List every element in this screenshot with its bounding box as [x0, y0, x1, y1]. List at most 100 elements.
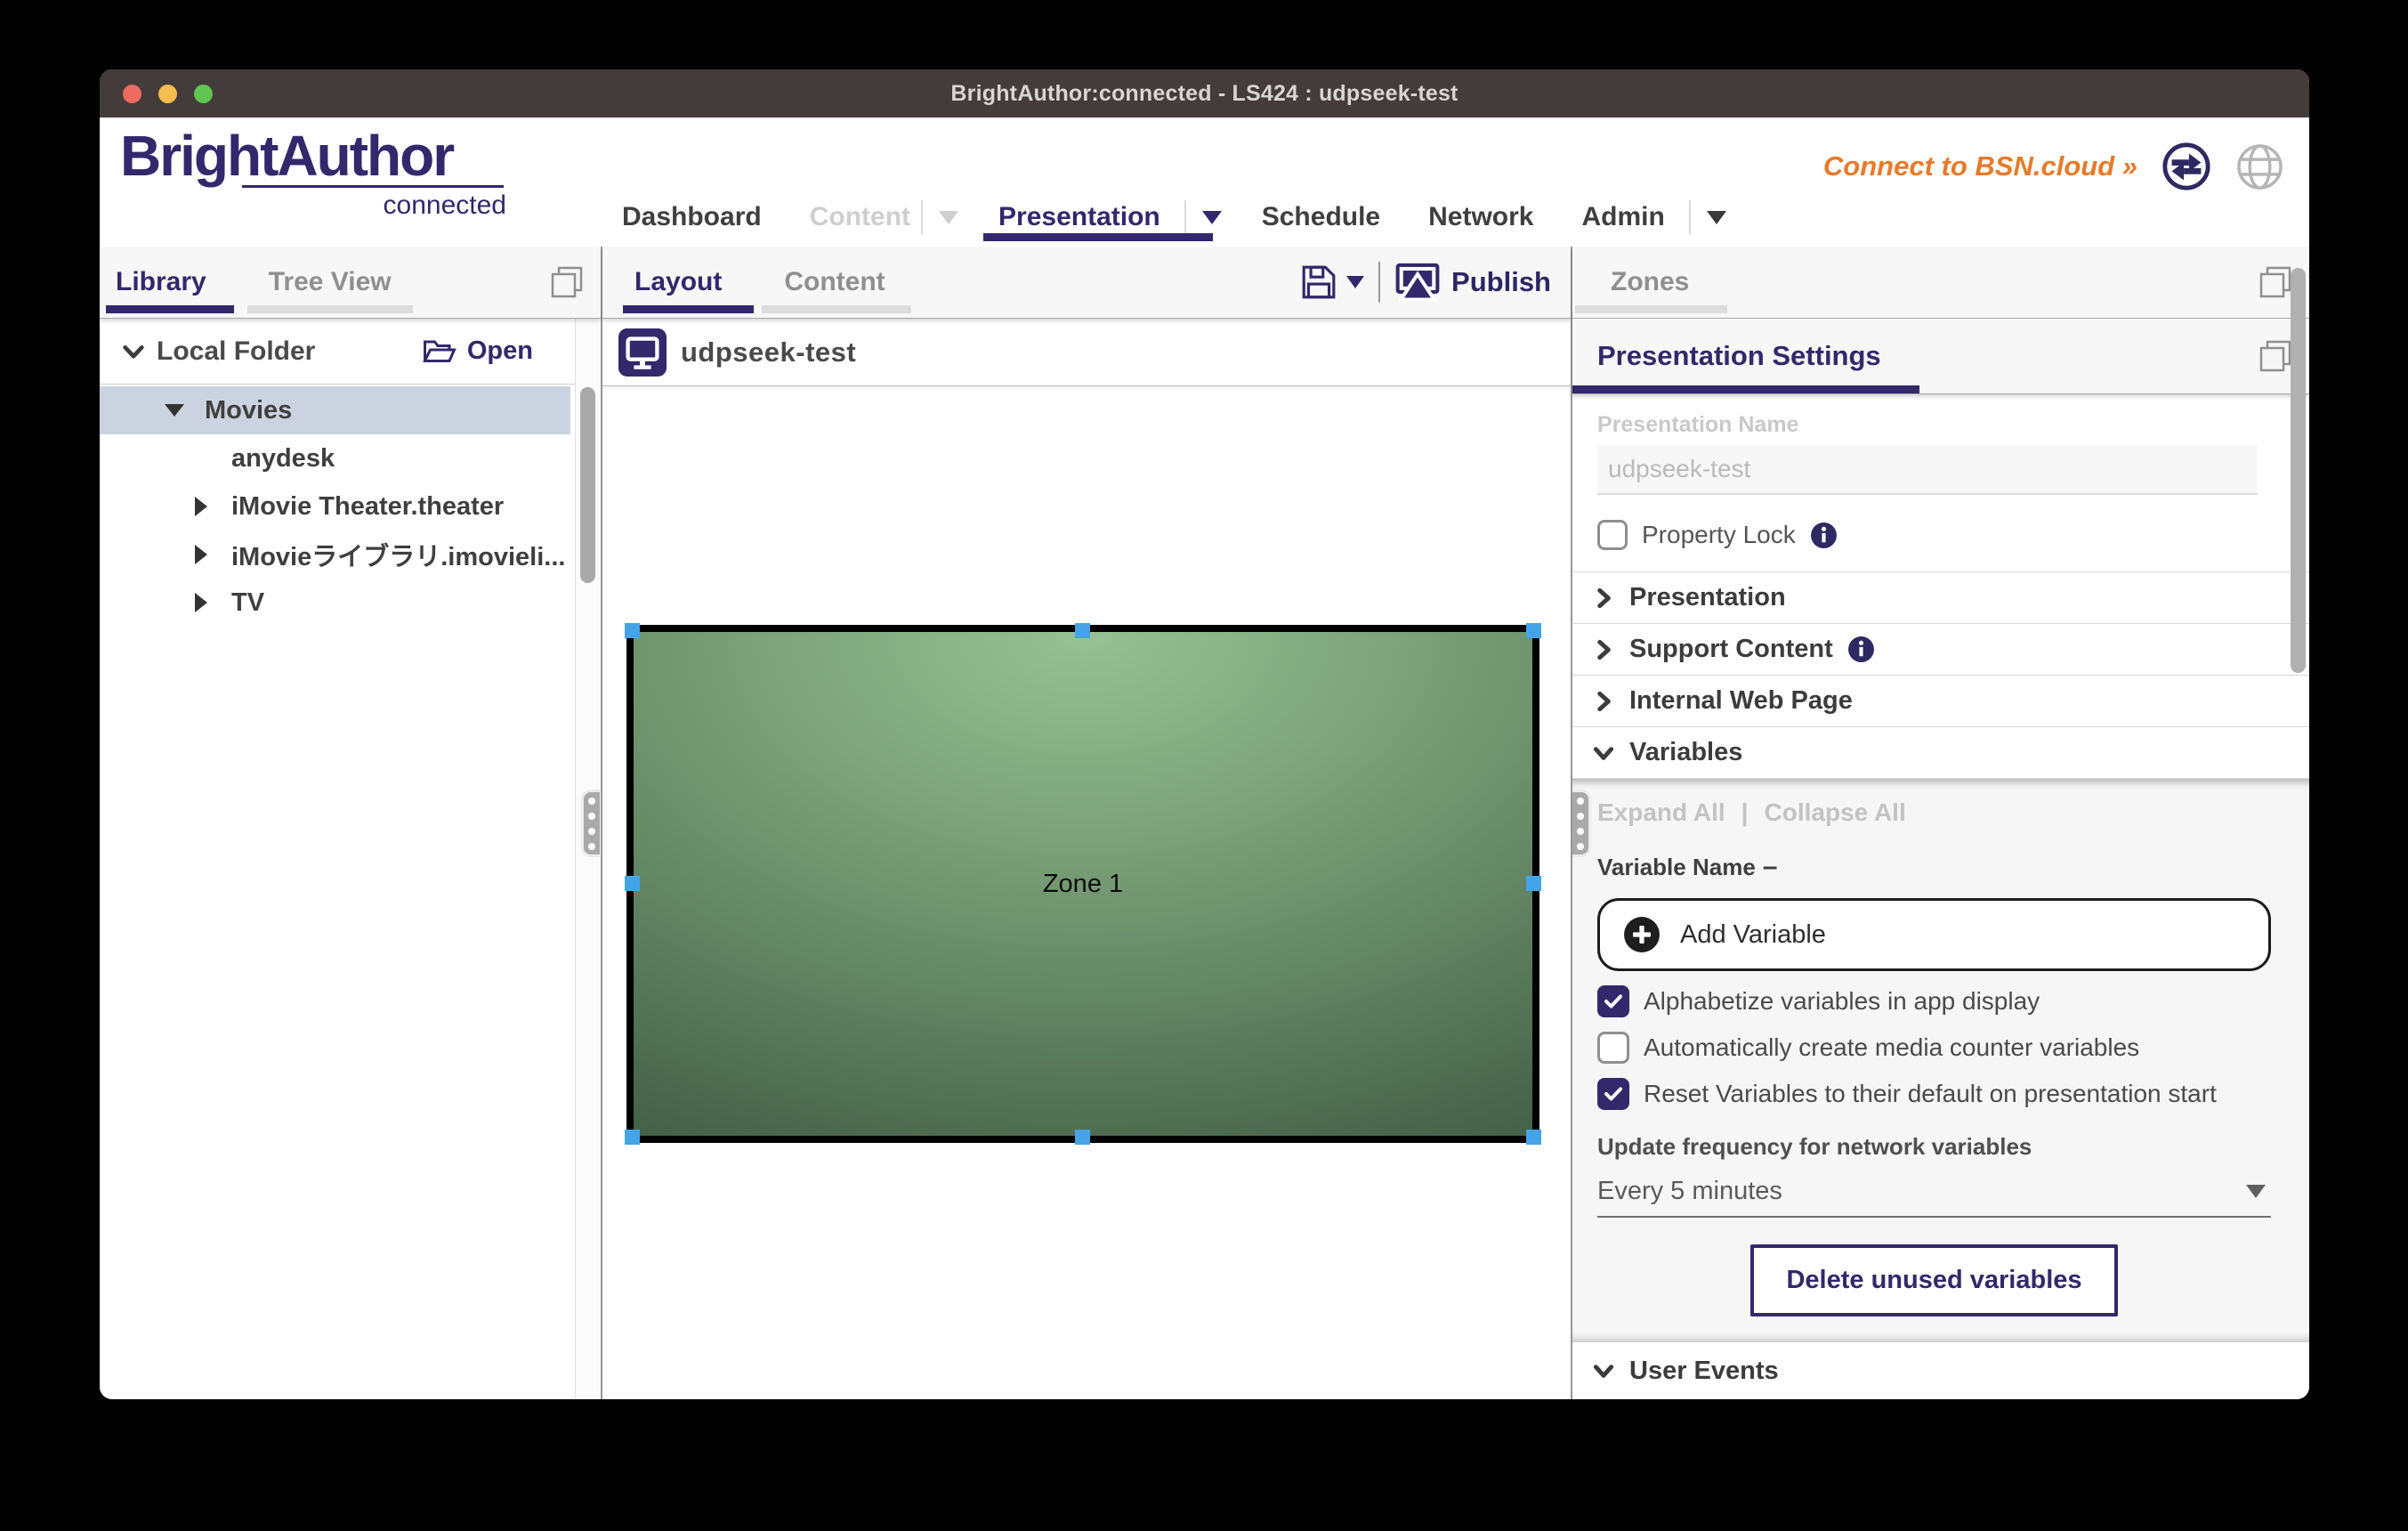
tab-content[interactable]: Content	[784, 247, 885, 318]
connect-bsn-link[interactable]: Connect to BSN.cloud »	[1823, 150, 2137, 182]
open-folder-button[interactable]: Open	[423, 336, 533, 366]
logo-bright: Bright	[120, 124, 277, 188]
add-variable-button[interactable]: Add Variable	[1597, 898, 2271, 971]
chevron-down-icon	[1592, 1359, 1615, 1382]
presentation-name-label: Presentation Name	[1597, 412, 2258, 438]
presentation-title-row: udpseek-test	[602, 319, 1571, 386]
active-nav-indicator	[983, 233, 1213, 241]
presentation-dropdown-icon[interactable]	[1202, 211, 1222, 224]
delete-unused-variables-button[interactable]: Delete unused variables	[1750, 1244, 2117, 1316]
tab-layout[interactable]: Layout	[634, 247, 722, 318]
resize-handle-bottom-center[interactable]	[1075, 1130, 1090, 1145]
variable-name-label: Variable Name	[1597, 854, 1756, 881]
app-header: BrightAuthor connected Dashboard Content…	[100, 117, 2309, 247]
media-counter-variables-row: Automatically create media counter varia…	[1597, 1032, 2271, 1064]
property-lock-checkbox[interactable]	[1597, 520, 1628, 550]
resize-handle-top-left[interactable]	[625, 623, 640, 638]
resize-handle-top-center[interactable]	[1075, 623, 1090, 638]
presentation-name: udpseek-test	[681, 336, 856, 369]
media-counter-variables-checkbox[interactable]	[1597, 1032, 1629, 1064]
main-nav: Dashboard Content Presentation Schedule …	[598, 188, 1742, 247]
editor-toolbar: Publish	[1300, 262, 1571, 303]
collapsed-caret-icon[interactable]	[100, 545, 221, 564]
maximize-button[interactable]	[194, 85, 213, 103]
nav-network[interactable]: Network	[1404, 202, 1557, 232]
nav-schedule[interactable]: Schedule	[1238, 202, 1404, 232]
divider-text: |	[1741, 798, 1749, 827]
chevron-down-icon[interactable]	[121, 339, 146, 364]
tab-indicator	[106, 305, 234, 313]
save-dropdown-icon[interactable]	[1346, 276, 1364, 288]
section-label: Presentation	[1629, 583, 1786, 612]
editor-panel: Layout Content	[602, 247, 1571, 1399]
open-label: Open	[467, 336, 533, 366]
tab-zones-label: Zones	[1611, 267, 1689, 297]
splitter-handle-right[interactable]	[1572, 790, 1591, 857]
publish-button[interactable]: Publish	[1451, 266, 1551, 298]
collapsed-caret-icon[interactable]	[100, 593, 221, 612]
resize-handle-bottom-left[interactable]	[625, 1130, 640, 1145]
resize-handle-bottom-right[interactable]	[1526, 1130, 1541, 1145]
section-support-content[interactable]: Support Content	[1572, 624, 2309, 676]
globe-icon[interactable]	[2235, 142, 2284, 191]
close-button[interactable]	[123, 85, 141, 103]
collapse-panel-icon[interactable]	[2258, 264, 2293, 300]
layout-canvas[interactable]: Zone 1	[602, 386, 1571, 1399]
update-frequency-label: Update frequency for network variables	[1597, 1133, 2271, 1161]
collapse-panel-icon[interactable]	[2258, 338, 2293, 374]
presentation-name-input: udpseek-test	[1597, 445, 2258, 495]
toolbar-separator	[1378, 262, 1380, 303]
tree-item-imovie-theater[interactable]: iMovie Theater.theater	[100, 482, 601, 531]
presentation-settings-title: Presentation Settings	[1597, 340, 1881, 372]
tree-item-label: anydesk	[231, 444, 335, 474]
splitter-handle-left[interactable]	[581, 790, 600, 857]
update-frequency-value: Every 5 minutes	[1597, 1177, 2246, 1206]
alphabetize-variables-checkbox[interactable]	[1597, 985, 1629, 1017]
minimize-button[interactable]	[158, 85, 177, 103]
local-folder-row: Local Folder Open	[100, 319, 601, 385]
section-user-events[interactable]: User Events	[1572, 1341, 2309, 1399]
collapse-panel-icon[interactable]	[549, 264, 585, 300]
update-frequency-select[interactable]: Every 5 minutes	[1597, 1166, 2271, 1218]
settings-panel: Zones Presentation Settings	[1572, 247, 2309, 1399]
section-presentation[interactable]: Presentation	[1572, 572, 2309, 624]
info-icon[interactable]	[1810, 522, 1838, 549]
brightauthor-logo: BrightAuthor connected	[120, 126, 506, 221]
zone-label: Zone 1	[1043, 870, 1123, 899]
section-variables[interactable]: Variables	[1572, 727, 2309, 779]
content-dropdown-icon	[939, 211, 958, 224]
zone-1[interactable]: Zone 1	[626, 625, 1539, 1143]
tab-indicator	[762, 305, 910, 313]
resize-handle-mid-right[interactable]	[1526, 876, 1541, 891]
tab-tree-view[interactable]: Tree View	[269, 247, 392, 318]
window-title: BrightAuthor:connected - LS424 : udpseek…	[950, 81, 1458, 107]
tree-item-anydesk[interactable]: anydesk	[100, 434, 601, 482]
transfer-icon[interactable]	[2161, 141, 2212, 192]
save-icon[interactable]	[1300, 263, 1337, 301]
nav-separator	[1689, 200, 1691, 234]
tree-item-movies[interactable]: Movies	[100, 386, 570, 434]
scrollbar-thumb[interactable]	[580, 387, 595, 583]
publish-icon[interactable]	[1394, 262, 1441, 303]
resize-handle-mid-left[interactable]	[625, 876, 640, 891]
tree-item-tv[interactable]: TV	[100, 579, 601, 627]
tree-item-imovie-library[interactable]: iMovieライブラリ.imovieli...	[100, 531, 601, 579]
info-icon[interactable]	[1847, 636, 1875, 663]
collapsed-caret-icon[interactable]	[100, 497, 221, 516]
nav-dashboard[interactable]: Dashboard	[598, 202, 786, 232]
tab-library[interactable]: Library	[116, 247, 206, 318]
nav-presentation[interactable]: Presentation	[974, 202, 1184, 232]
plus-circle-icon	[1623, 916, 1661, 953]
reset-variables-checkbox[interactable]	[1597, 1078, 1629, 1110]
section-internal-web-page[interactable]: Internal Web Page	[1572, 676, 2309, 727]
tab-zones[interactable]: Zones	[1611, 247, 1689, 318]
variable-name-sort[interactable]: Variable Name –	[1597, 852, 2271, 882]
open-folder-icon	[423, 337, 457, 366]
settings-scrollbar-thumb[interactable]	[2291, 268, 2306, 673]
expanded-caret-icon[interactable]	[100, 404, 194, 417]
zones-tabbar: Zones	[1572, 247, 2309, 319]
library-scrollbar[interactable]	[575, 318, 601, 1399]
admin-dropdown-icon[interactable]	[1707, 211, 1726, 224]
resize-handle-top-right[interactable]	[1526, 623, 1541, 638]
nav-admin[interactable]: Admin	[1557, 202, 1688, 232]
